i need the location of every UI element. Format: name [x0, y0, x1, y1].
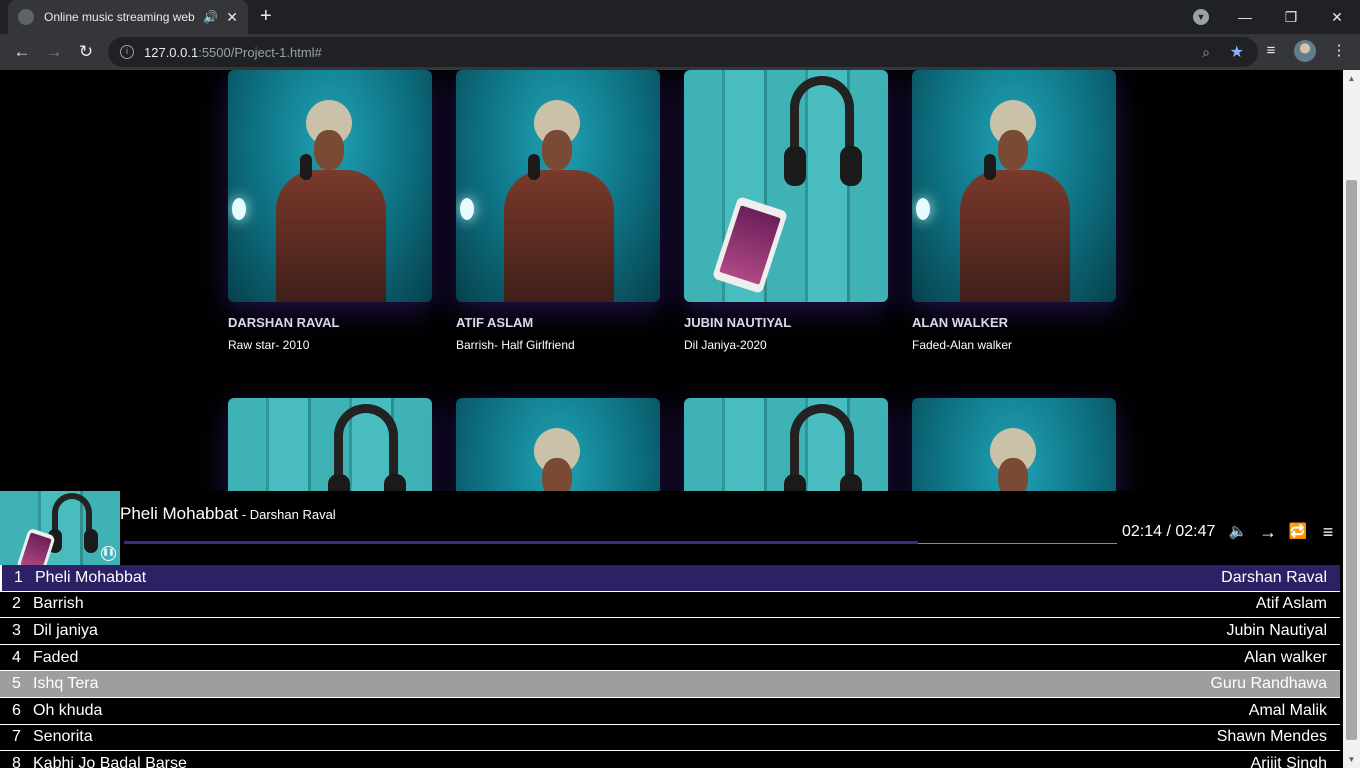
- window-controls: — ❐ ✕: [1222, 0, 1360, 34]
- album-card[interactable]: ALAN WALKER Faded-Alan walker: [912, 70, 1116, 352]
- track-number: 4: [12, 648, 21, 666]
- track-artist: Amal Malik: [1248, 701, 1327, 719]
- minimize-button[interactable]: —: [1222, 9, 1268, 25]
- track-number: 3: [12, 621, 21, 639]
- playlist: 1 Pheli Mohabbat Darshan Raval 2 Barrish Atif…: [0, 565, 1340, 768]
- seek-bar-fill: [124, 541, 919, 544]
- album-cover[interactable]: [912, 70, 1116, 302]
- pause-icon[interactable]: ❚❚: [101, 546, 116, 561]
- time-display: 02:14 / 02:47: [1122, 523, 1216, 540]
- playlist-row[interactable]: 3 Dil janiya Jubin Nautiyal: [0, 618, 1340, 645]
- playlist-row[interactable]: 5 Ishq Tera Guru Randhawa: [0, 671, 1340, 698]
- track-artist: Jubin Nautiyal: [1226, 621, 1328, 639]
- track-number: 2: [12, 595, 21, 613]
- url-path: :5500/Project-1.html#: [198, 44, 322, 60]
- track-number: 5: [12, 675, 21, 693]
- maximize-button[interactable]: ❐: [1268, 9, 1314, 26]
- close-window-button[interactable]: ✕: [1314, 9, 1360, 26]
- now-playing-title: Pheli Mohabbat - Darshan Raval: [120, 504, 336, 523]
- album-card[interactable]: JUBIN NAUTIYAL Dil Janiya-2020: [684, 70, 888, 352]
- next-arrow-icon[interactable]: →: [1258, 521, 1278, 543]
- playlist-row[interactable]: 2 Barrish Atif Aslam: [0, 592, 1340, 619]
- page-viewport: DARSHAN RAVAL Raw star- 2010 ATIF ASLAM …: [0, 70, 1343, 768]
- zoom-icon[interactable]: ⌕: [1202, 44, 1210, 61]
- volume-icon[interactable]: 🔈: [1228, 521, 1248, 543]
- playlist-row[interactable]: 1 Pheli Mohabbat Darshan Raval: [0, 565, 1340, 592]
- globe-icon: [18, 9, 34, 25]
- track-artist: Atif Aslam: [1255, 595, 1327, 613]
- tab-search-icon[interactable]: ▼: [1193, 9, 1209, 25]
- track-number: 6: [12, 701, 21, 719]
- browser-tabbar: Online music streaming web 🔊 ✕ + ▼ — ❐ ✕: [0, 0, 1360, 34]
- album-cover[interactable]: [684, 70, 888, 302]
- profile-avatar[interactable]: [1294, 40, 1316, 62]
- media-controls-icon[interactable]: ≡: [1260, 40, 1282, 62]
- url-host: 127.0.0.1: [144, 44, 199, 60]
- info-icon[interactable]: i: [120, 45, 134, 59]
- music-player: ❚❚ Pheli Mohabbat - Darshan Raval 02:14 …: [0, 491, 1343, 768]
- playlist-row[interactable]: 6 Oh khuda Amal Malik: [0, 698, 1340, 725]
- repeat-icon[interactable]: 🔁: [1288, 521, 1308, 543]
- browser-toolbar: ← → ↻ i 127.0.0.1:5500/Project-1.html# ⌕…: [0, 34, 1360, 70]
- scroll-up-icon[interactable]: ▲: [1343, 70, 1360, 87]
- track-title: Faded: [33, 648, 79, 666]
- album-card[interactable]: ATIF ASLAM Barrish- Half Girlfriend: [456, 70, 660, 352]
- scroll-down-icon[interactable]: ▼: [1343, 751, 1360, 768]
- song-artist: Darshan Raval: [249, 507, 336, 522]
- track-artist: Alan walker: [1244, 648, 1327, 666]
- browser-tab[interactable]: Online music streaming web 🔊 ✕: [8, 0, 248, 34]
- track-title: Pheli Mohabbat: [35, 568, 147, 586]
- track-title: Barrish: [33, 595, 84, 613]
- track-artist: Darshan Raval: [1221, 568, 1327, 586]
- scrollbar-thumb[interactable]: [1346, 180, 1357, 740]
- playlist-menu-icon[interactable]: ≡: [1318, 521, 1338, 543]
- album-subtitle: Faded-Alan walker: [912, 338, 1013, 352]
- tab-close-icon[interactable]: ✕: [226, 9, 238, 26]
- audio-playing-icon[interactable]: 🔊: [203, 10, 218, 24]
- toolbar-actions: ≡ ⋮: [1260, 40, 1350, 62]
- artist-name: DARSHAN RAVAL: [228, 315, 340, 330]
- playlist-row[interactable]: 4 Faded Alan walker: [0, 645, 1340, 672]
- album-cover[interactable]: [456, 70, 660, 302]
- artist-name: ALAN WALKER: [912, 315, 1009, 330]
- menu-dots-icon[interactable]: ⋮: [1328, 40, 1350, 62]
- track-number: 1: [14, 568, 23, 586]
- now-playing-cover: ❚❚: [0, 491, 120, 566]
- tab-title: Online music streaming web: [44, 10, 195, 24]
- seek-bar[interactable]: [124, 541, 1117, 544]
- artist-name: JUBIN NAUTIYAL: [684, 315, 792, 330]
- page-scrollbar[interactable]: ▲ ▼: [1343, 70, 1360, 768]
- playlist-row[interactable]: 8 Kabhi Jo Badal Barse Arijit Singh: [0, 751, 1340, 768]
- new-tab-button[interactable]: +: [260, 6, 272, 26]
- album-card[interactable]: DARSHAN RAVAL Raw star- 2010: [228, 70, 432, 352]
- track-title: Oh khuda: [33, 701, 103, 719]
- track-number: 7: [12, 728, 21, 746]
- track-title: Dil janiya: [33, 621, 98, 639]
- track-artist: Shawn Mendes: [1216, 728, 1327, 746]
- track-number: 8: [12, 754, 21, 768]
- playlist-row[interactable]: 7 Senorita Shawn Mendes: [0, 725, 1340, 752]
- track-title: Ishq Tera: [33, 675, 99, 693]
- address-bar[interactable]: i 127.0.0.1:5500/Project-1.html# ⌕ ★: [108, 37, 1258, 67]
- album-subtitle: Raw star- 2010: [228, 338, 310, 352]
- album-subtitle: Barrish- Half Girlfriend: [456, 338, 575, 352]
- forward-button[interactable]: →: [42, 40, 66, 64]
- bookmark-star-icon[interactable]: ★: [1230, 42, 1244, 62]
- album-subtitle: Dil Janiya-2020: [684, 338, 767, 352]
- track-title: Kabhi Jo Badal Barse: [33, 754, 187, 768]
- track-artist: Guru Randhawa: [1210, 675, 1327, 693]
- album-cover[interactable]: [228, 70, 432, 302]
- reload-button[interactable]: ↻: [74, 40, 98, 64]
- song-title: Pheli Mohabbat: [120, 504, 239, 523]
- artist-name: ATIF ASLAM: [456, 315, 534, 330]
- track-title: Senorita: [33, 728, 93, 746]
- back-button[interactable]: ←: [10, 40, 34, 64]
- track-artist: Arijit Singh: [1250, 754, 1327, 768]
